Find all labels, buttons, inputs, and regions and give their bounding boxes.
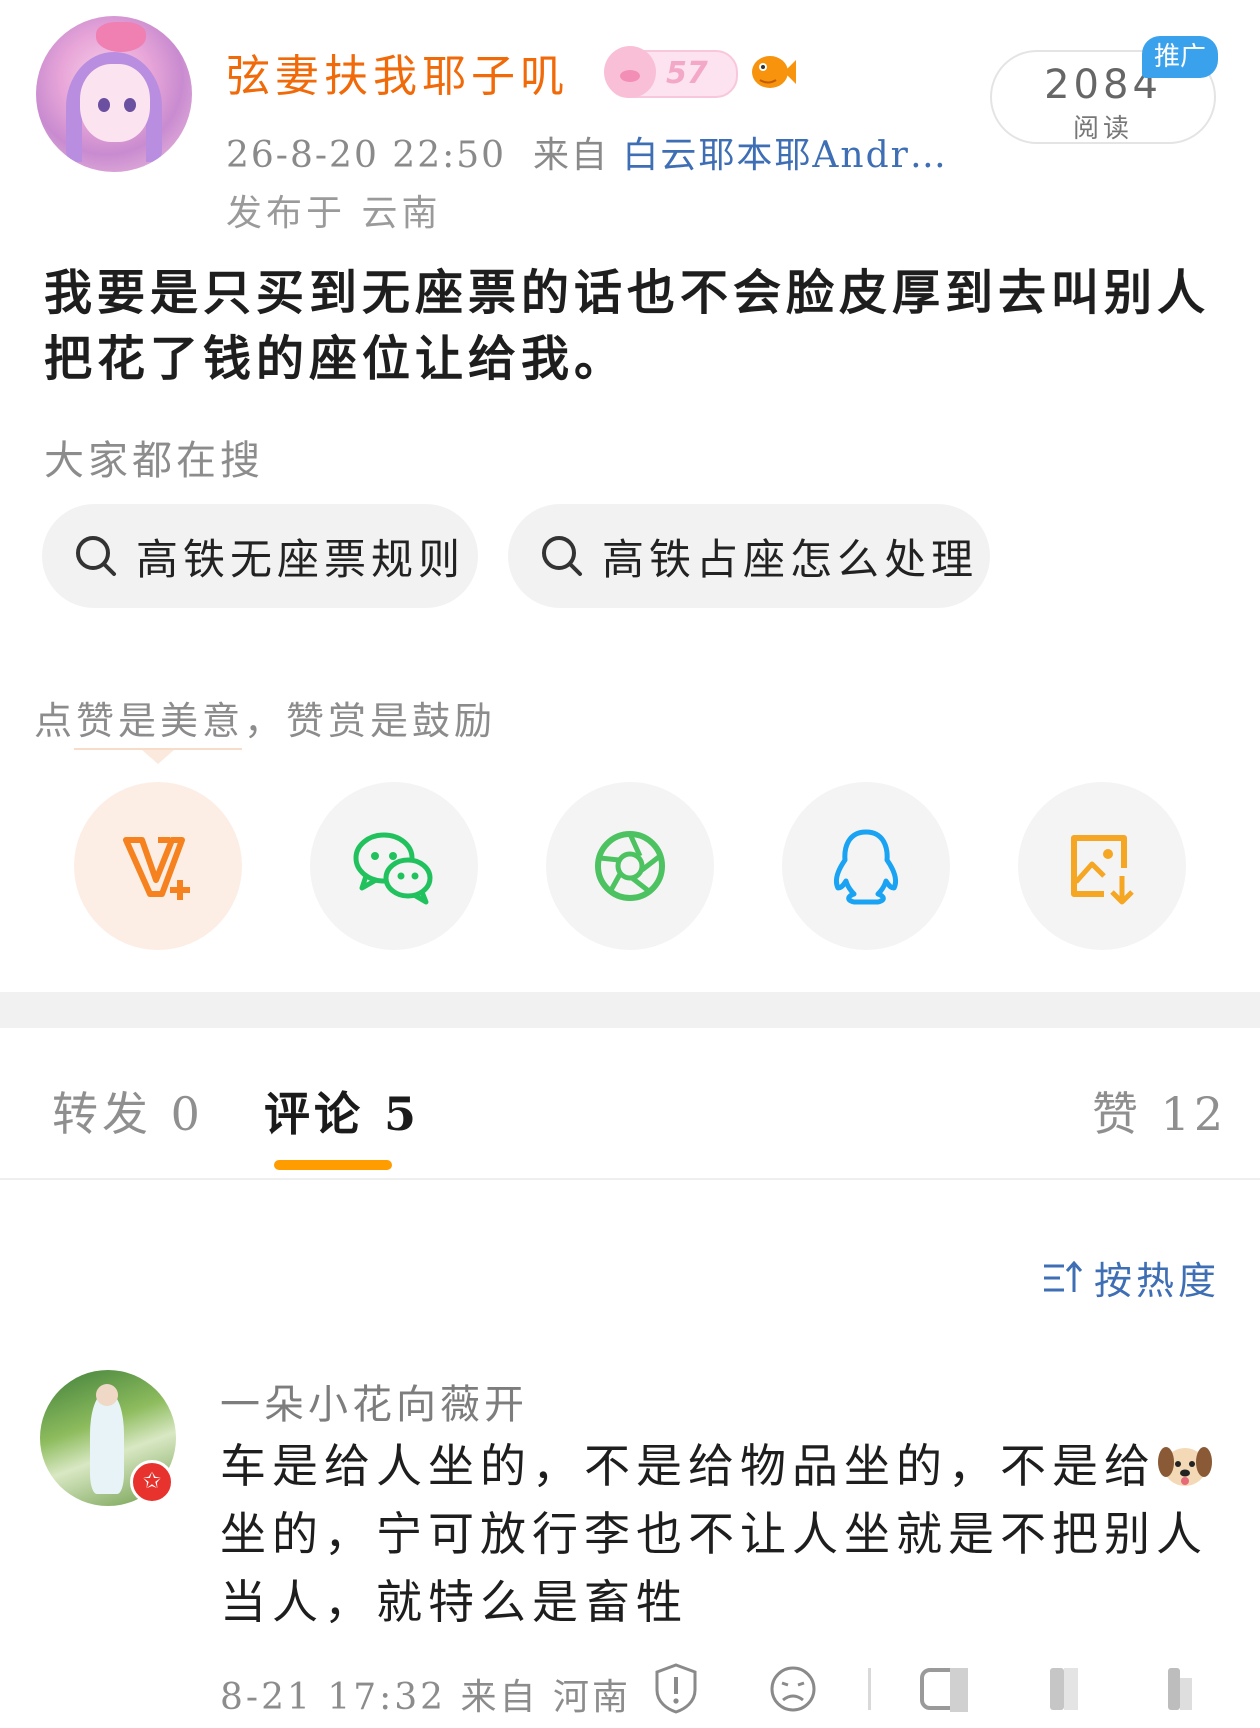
- share-moments-button[interactable]: [546, 782, 714, 950]
- qq-icon: [833, 829, 899, 905]
- search-icon: [542, 536, 582, 576]
- search-suggestion-label: 高铁无座票规则: [136, 534, 466, 584]
- author-avatar[interactable]: [36, 16, 192, 172]
- save-image-button[interactable]: [1018, 782, 1186, 950]
- post-meta: 26-8-20 22:50 来自 白云耶本耶Andr…: [226, 126, 948, 178]
- search-icon: [76, 536, 116, 576]
- pig-icon: [604, 46, 656, 98]
- sort-button[interactable]: 按热度: [1042, 1250, 1220, 1305]
- moments-icon: [595, 831, 665, 901]
- comment-text-part1: 车是给人坐的，不是给物品坐的，不是给: [220, 1439, 1156, 1493]
- from-label: 来自: [532, 135, 609, 176]
- post-source[interactable]: 白云耶本耶Andr…: [622, 135, 947, 176]
- wechat-icon: [353, 832, 433, 905]
- tab-like[interactable]: 赞 12: [1092, 1078, 1227, 1144]
- section-divider: [0, 992, 1260, 1028]
- reward-pointer: [142, 750, 174, 764]
- dislike-face-icon[interactable]: [768, 1664, 818, 1714]
- comment-text-part2: 坐的，宁可放行李也不让人坐就是不把别人当人，就特么是畜牲: [220, 1507, 1208, 1629]
- read-label: 阅读: [1072, 114, 1133, 144]
- tab-divider: [0, 1178, 1260, 1180]
- tab-repost[interactable]: 转发 0: [52, 1078, 204, 1144]
- search-suggestion-2[interactable]: 高铁占座怎么处理: [508, 504, 990, 608]
- level-badge[interactable]: 57: [604, 46, 738, 98]
- fish-icon: [752, 56, 796, 88]
- like-icon-secondary[interactable]: [1158, 1664, 1198, 1716]
- post-time: 26-8-20 22:50: [226, 135, 507, 176]
- commenter-name[interactable]: 一朵小花向薇开: [220, 1372, 528, 1430]
- verified-badge-icon: ✩: [130, 1460, 174, 1504]
- search-suggestion-label: 高铁占座怎么处理: [602, 534, 979, 584]
- tab-indicator: [274, 1160, 392, 1170]
- reward-button[interactable]: [74, 782, 242, 950]
- comment-text: 车是给人坐的，不是给物品坐的，不是给 坐的，宁可放行李也不让人坐就是不把别人当人…: [220, 1432, 1220, 1636]
- save-image-icon: [1071, 835, 1134, 905]
- promo-tag: 推广: [1142, 36, 1218, 78]
- like-icon[interactable]: [1044, 1664, 1084, 1716]
- search-suggestion-1[interactable]: 高铁无座票规则: [42, 504, 478, 608]
- post-location: 发布于 云南: [226, 193, 442, 234]
- share-wechat-button[interactable]: [310, 782, 478, 950]
- search-title: 大家都在搜: [44, 438, 264, 484]
- action-separator: [868, 1668, 871, 1710]
- report-icon[interactable]: [652, 1662, 700, 1714]
- reward-prompt: 点赞是美意，赞赏是鼓励: [34, 699, 497, 743]
- share-qq-button[interactable]: [782, 782, 950, 950]
- post-text: 我要是只买到无座票的话也不会脸皮厚到去叫别人把花了钱的座位让给我。: [44, 265, 1211, 387]
- dog-face-icon: [1158, 1447, 1212, 1486]
- sort-label: 按热度: [1094, 1259, 1221, 1303]
- comment-meta: 8-21 17:32 来自 河南: [220, 1677, 631, 1718]
- comment-icon[interactable]: [918, 1664, 972, 1716]
- v-plus-icon: [123, 837, 190, 900]
- level-number: 57: [666, 56, 708, 91]
- author-name[interactable]: 弦妻扶我耶子叽: [226, 40, 569, 104]
- tab-comment[interactable]: 评论 5: [264, 1078, 420, 1144]
- sort-icon: [1044, 1260, 1083, 1292]
